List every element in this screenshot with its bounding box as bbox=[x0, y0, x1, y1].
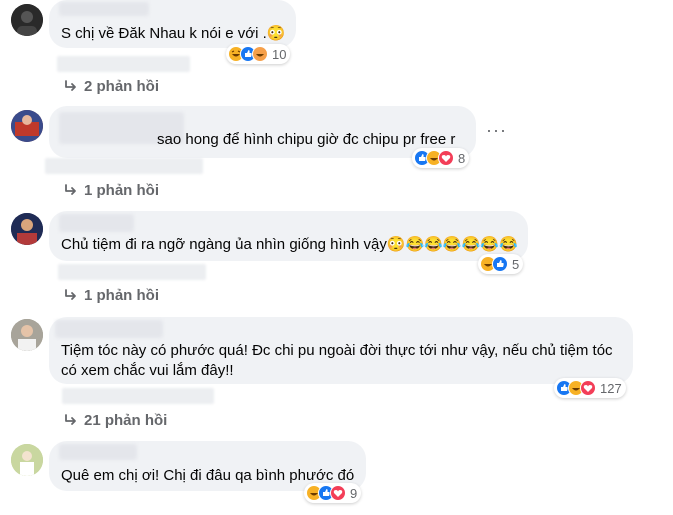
more-options-button[interactable]: ··· bbox=[486, 120, 507, 141]
avatar-image bbox=[11, 444, 43, 476]
avatar-image bbox=[11, 110, 43, 142]
avatar[interactable] bbox=[11, 110, 43, 142]
love-icon bbox=[330, 485, 346, 501]
reaction-summary[interactable]: 9 bbox=[304, 483, 362, 503]
reaction-count: 8 bbox=[458, 150, 466, 166]
like-icon bbox=[492, 256, 508, 272]
love-icon bbox=[438, 150, 454, 166]
comment-meta-blurred bbox=[45, 158, 203, 174]
comment-meta-blurred bbox=[58, 264, 206, 280]
avatar[interactable] bbox=[11, 4, 43, 36]
reply-arrow-icon bbox=[65, 413, 76, 425]
comment-bubble: S chị về Đăk Nhau k nói e với .😳 bbox=[49, 0, 296, 48]
avatar-image bbox=[11, 213, 43, 245]
avatar[interactable] bbox=[11, 444, 43, 476]
comment-bubble: Tiệm tóc này có phước quá! Đc chi pu ngo… bbox=[49, 317, 633, 384]
replies-label: 21 phản hồi bbox=[84, 412, 168, 429]
reaction-count: 5 bbox=[512, 256, 520, 272]
commenter-name-blurred bbox=[59, 444, 137, 460]
commenter-name-blurred bbox=[59, 214, 134, 232]
view-replies-link[interactable]: 21 phản hồi bbox=[63, 412, 167, 429]
reaction-summary[interactable]: 5 bbox=[478, 254, 524, 274]
reaction-count: 9 bbox=[350, 485, 358, 501]
reply-arrow-icon bbox=[65, 183, 76, 195]
reaction-count: 10 bbox=[272, 46, 287, 62]
comment-meta-blurred bbox=[57, 56, 190, 72]
reply-arrow-icon bbox=[65, 288, 76, 300]
comment-bubble: Chủ tiệm đi ra ngỡ ngàng ủa nhìn giống h… bbox=[49, 211, 528, 261]
view-replies-link[interactable]: 1 phản hồi bbox=[63, 287, 159, 304]
commenter-name-blurred bbox=[59, 2, 149, 16]
commenter-name-blurred bbox=[55, 320, 163, 338]
replies-label: 2 phản hồi bbox=[84, 78, 159, 95]
love-icon bbox=[580, 380, 596, 396]
reaction-summary[interactable]: 8 bbox=[412, 148, 470, 168]
view-replies-link[interactable]: 1 phản hồi bbox=[63, 182, 159, 199]
avatar-image bbox=[11, 4, 43, 36]
reaction-summary[interactable]: 10 bbox=[226, 44, 291, 64]
reply-arrow-icon bbox=[65, 79, 76, 91]
comment-bubble: sao hong để hình chipu giờ đc chipu pr f… bbox=[49, 106, 476, 158]
avatar[interactable] bbox=[11, 319, 43, 351]
replies-label: 1 phản hồi bbox=[84, 287, 159, 304]
view-replies-link[interactable]: 2 phản hồi bbox=[63, 78, 159, 95]
comment-meta-blurred bbox=[62, 388, 214, 404]
comment-text: S chị về Đăk Nhau k nói e với .😳 bbox=[61, 25, 286, 42]
comment-text: Chủ tiệm đi ra ngỡ ngàng ủa nhìn giống h… bbox=[61, 236, 518, 253]
reaction-summary[interactable]: 127 bbox=[554, 378, 626, 398]
avatar-image bbox=[11, 319, 43, 351]
avatar[interactable] bbox=[11, 213, 43, 245]
haha-icon bbox=[252, 46, 268, 62]
replies-label: 1 phản hồi bbox=[84, 182, 159, 199]
comment-text: sao hong để hình chipu giờ đc chipu pr f… bbox=[157, 131, 456, 148]
reaction-count: 127 bbox=[600, 380, 622, 396]
comment-text: Tiệm tóc này có phước quá! Đc chi pu ngo… bbox=[61, 342, 613, 379]
